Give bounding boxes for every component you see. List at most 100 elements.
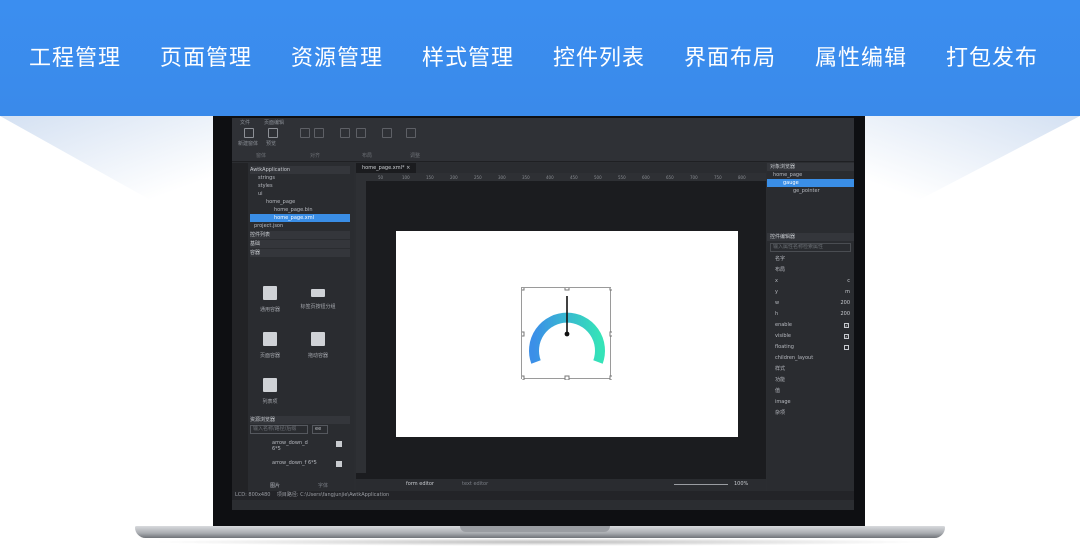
prop-floating[interactable]: floating (767, 342, 854, 353)
delete-icon[interactable] (336, 461, 342, 467)
prop-children-layout[interactable]: children_layout (767, 353, 854, 364)
resource-tab-images[interactable]: 图片 (270, 482, 280, 489)
prop-group-misc[interactable]: 杂项 (767, 408, 854, 419)
section-basic[interactable]: 基础 (250, 240, 350, 248)
section-container[interactable]: 容器 (250, 249, 350, 257)
resize-handle[interactable] (609, 331, 615, 337)
prop-group-function[interactable]: 功能 (767, 375, 854, 386)
delete-icon[interactable] (336, 441, 342, 447)
object-item-gauge[interactable]: gauge (767, 179, 854, 187)
widget-pages[interactable]: 页面容器 (250, 332, 290, 359)
preview-icon[interactable] (268, 128, 278, 138)
nav-item-project[interactable]: 工程管理 (29, 40, 121, 72)
widget-draggable[interactable]: 拖动容器 (298, 332, 338, 359)
pages-widget-icon (263, 332, 277, 346)
resource-item[interactable]: arrow_down_f 6*5 (272, 460, 318, 466)
property-search-input[interactable]: 输入属性名称检索属性 (770, 243, 851, 252)
resize-handle[interactable] (519, 331, 525, 337)
tree-item-home-page-bin[interactable]: home_page.bin (250, 206, 350, 214)
tab-text-editor[interactable]: text editor (462, 481, 488, 487)
tree-item-styles[interactable]: styles (250, 182, 350, 190)
resize-handle[interactable] (519, 375, 525, 381)
enable-checkbox[interactable]: ✓ (844, 323, 849, 328)
nav-item-pages[interactable]: 页面管理 (160, 40, 252, 72)
prop-value[interactable]: 200 (840, 309, 850, 320)
widget-label: 拖动容器 (307, 353, 328, 359)
lcd-label: LCD: (235, 492, 247, 498)
tree-item-project-json[interactable]: project.json (250, 222, 350, 230)
horizontal-ruler: 50 100 150 200 250 300 350 400 450 500 550 600 650 70… (366, 173, 766, 181)
nav-item-publish[interactable]: 打包发布 (946, 40, 1038, 72)
prop-value[interactable]: m (845, 287, 850, 298)
floating-checkbox[interactable] (844, 345, 849, 350)
widget-tab-button-group[interactable]: 标签页按钮分组 (298, 286, 338, 310)
property-editor-title[interactable]: 控件编辑器 (767, 233, 854, 241)
prop-field-h[interactable]: h 200 (767, 309, 854, 320)
nav-item-widgets[interactable]: 控件列表 (553, 40, 645, 72)
resize-handle[interactable] (564, 285, 570, 291)
design-canvas[interactable] (396, 231, 738, 437)
nav-item-styles[interactable]: 样式管理 (422, 40, 514, 72)
tab-form-editor[interactable]: form editor (406, 481, 434, 487)
widget-label: 列表项 (262, 399, 278, 405)
prop-image[interactable]: image (767, 397, 854, 408)
widget-view[interactable]: 通用容器 (250, 286, 290, 313)
nav-item-layout[interactable]: 界面布局 (684, 40, 776, 72)
prop-value[interactable]: 200 (840, 298, 850, 309)
object-browser-title[interactable]: 对象浏览器 (767, 163, 854, 171)
ruler-mark: 350 (522, 175, 530, 180)
prop-field-w[interactable]: w 200 (767, 298, 854, 309)
nav-item-resources[interactable]: 资源管理 (291, 40, 383, 72)
prop-group-name[interactable]: 名字 (767, 254, 854, 265)
zoom-slider[interactable] (674, 484, 728, 485)
section-widget-list[interactable]: 控件列表 (250, 231, 350, 239)
zoom-level[interactable]: 100% (734, 481, 748, 487)
visible-checkbox[interactable]: ✓ (844, 334, 849, 339)
prop-field-x[interactable]: xc (767, 276, 854, 287)
menu-file[interactable]: 文件 (240, 119, 250, 126)
layout-grid-icon[interactable] (356, 128, 366, 138)
new-form-icon[interactable] (244, 128, 254, 138)
resize-handle[interactable] (519, 285, 525, 291)
nav-item-properties[interactable]: 属性编辑 (815, 40, 907, 72)
app-toolbar: 文件 页面编辑 新建窗体 预览 窗体 对齐 布局 调整 (232, 118, 854, 162)
align-left-icon[interactable] (300, 128, 310, 138)
new-form-label: 新建窗体 (238, 141, 259, 147)
resize-handle[interactable] (564, 375, 570, 381)
tree-item-ui[interactable]: ui (250, 190, 350, 198)
prop-enable[interactable]: enable ✓ (767, 320, 854, 331)
resource-item[interactable]: arrow_down_d 6*5 (272, 440, 318, 452)
widget-list-item[interactable]: 列表项 (250, 378, 290, 405)
prop-visible[interactable]: visible ✓ (767, 331, 854, 342)
resource-search-input[interactable]: 输入名称/路径/后缀 (250, 425, 308, 434)
project-path: C:\Users\fangjunjie\AwtkApplication (300, 492, 390, 498)
adjust-size-icon[interactable] (406, 128, 416, 138)
resource-filter-select[interactable]: ee (312, 425, 328, 434)
resource-browser-title[interactable]: 资源浏览器 (250, 416, 350, 424)
tree-item-home-page[interactable]: home_page (250, 198, 350, 206)
gauge-dial (519, 285, 615, 381)
prop-group-style[interactable]: 样式 (767, 364, 854, 375)
tree-item-strings[interactable]: strings (250, 174, 350, 182)
menu-page-edit[interactable]: 页面编辑 (264, 119, 284, 126)
adjust-icon[interactable] (382, 128, 392, 138)
resource-tab-fonts[interactable]: 字体 (318, 482, 328, 489)
prop-field-y[interactable]: ym (767, 287, 854, 298)
project-path-label: 项目路径: (276, 492, 299, 498)
layout-icon[interactable] (340, 128, 350, 138)
resize-handle[interactable] (609, 375, 615, 381)
gauge-widget[interactable] (519, 285, 615, 381)
tree-item-home-page-xml[interactable]: home_page.xml (250, 214, 350, 222)
resize-handle[interactable] (609, 285, 615, 291)
ruler-mark: 200 (450, 175, 458, 180)
align-center-icon[interactable] (314, 128, 324, 138)
object-item-home-page[interactable]: home_page (767, 171, 854, 179)
tree-root[interactable]: AwtkApplication (250, 166, 350, 174)
prop-value[interactable]: c (847, 276, 850, 287)
ruler-mark: 100 (402, 175, 410, 180)
prop-group-layout[interactable]: 布局 (767, 265, 854, 276)
prop-group-value[interactable]: 值 (767, 386, 854, 397)
tab-home-page-xml[interactable]: home_page.xml* × (356, 163, 417, 173)
ruler-mark: 250 (474, 175, 482, 180)
object-item-gauge-pointer[interactable]: ge_pointer (767, 187, 854, 195)
